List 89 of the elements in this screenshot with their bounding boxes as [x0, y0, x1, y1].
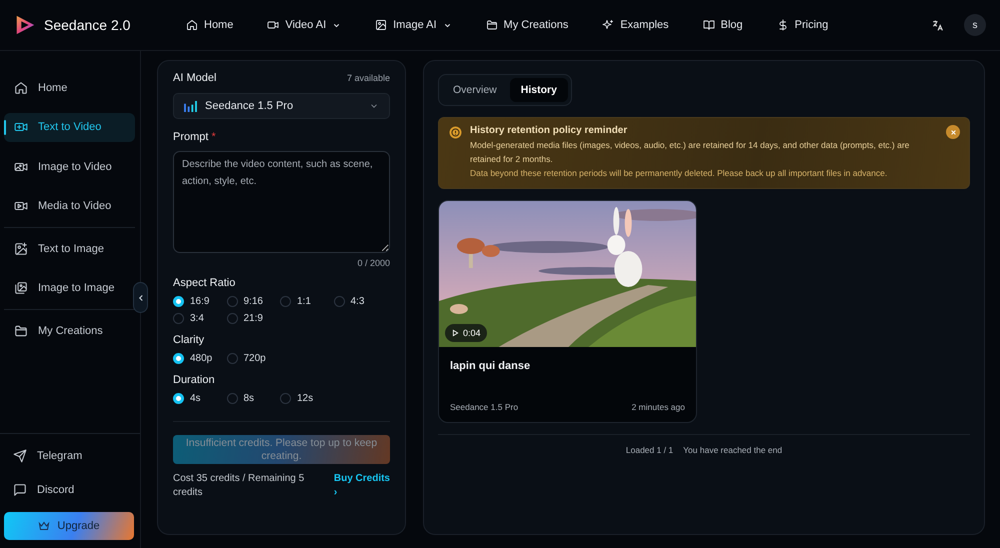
radio-icon[interactable] [280, 393, 291, 404]
sparkle-icon [602, 19, 614, 31]
images-icon [14, 281, 28, 295]
radio-icon[interactable] [173, 296, 184, 307]
sidebar-item[interactable]: Text to Image [4, 234, 135, 263]
field-label: Prompt [173, 131, 208, 143]
character-count: 0 / 2000 [356, 258, 390, 268]
sidebar-item[interactable]: Image to Image [4, 274, 135, 302]
duration-badge: 0:04 [445, 324, 487, 342]
folder-icon [14, 324, 28, 338]
close-button[interactable] [946, 125, 960, 139]
notice-text: Data beyond these retention periods will be permanently deleted. Please back up all important files in advance. [470, 167, 888, 180]
radio-option[interactable]: 21:9 [226, 313, 280, 324]
play-icon [451, 329, 459, 337]
buy-credits-link[interactable]: Buy Credits › [334, 472, 390, 500]
radio-option[interactable]: 1:1 [280, 296, 334, 307]
video-title: lapin qui danse [450, 360, 532, 372]
radio-icon[interactable] [280, 296, 291, 307]
nav-link[interactable]: Pricing [776, 19, 828, 31]
sidebar-item[interactable]: Home [4, 73, 135, 102]
field-label: Aspect Ratio [173, 277, 236, 289]
radio-icon[interactable] [226, 393, 238, 404]
image-icon [375, 19, 388, 31]
radio-icon[interactable] [334, 296, 344, 307]
radio-icon[interactable] [173, 313, 184, 324]
nav-link[interactable]: Image AI [375, 19, 452, 31]
radio-icon[interactable] [226, 353, 238, 364]
video-camera-icon [14, 120, 28, 134]
radio-option[interactable]: 4:3 [334, 296, 387, 307]
status-text: You have reached the end [683, 445, 782, 455]
image-icon [14, 242, 28, 256]
sidebar-item[interactable]: Media to Video [4, 192, 135, 220]
radio-option[interactable]: 12s [280, 393, 334, 404]
radio-icon[interactable] [226, 296, 238, 307]
tab[interactable]: History [510, 78, 568, 102]
radio-icon[interactable] [173, 393, 184, 404]
paper-plane-icon [13, 449, 27, 463]
nav-link[interactable]: Home [186, 19, 234, 31]
model-count: 7 available [346, 73, 390, 83]
collapse-button[interactable] [133, 282, 148, 313]
field-label: Duration [173, 374, 216, 386]
model-name: Seedance 1.5 Pro [450, 402, 518, 412]
notice-text: Model-generated media files (images, videos, audio, etc.) are retained for 14 days, and other data (prompts, etc.) are retained for 2 months. [470, 139, 910, 166]
dollar-icon [776, 19, 789, 31]
nav-link[interactable]: Blog [702, 19, 743, 31]
nav-link[interactable]: My Creations [486, 19, 568, 31]
model-logo-icon [184, 100, 197, 112]
timestamp: 2 minutes ago [632, 402, 685, 412]
tab[interactable]: Overview [442, 78, 508, 102]
radio-option[interactable]: 3:4 [173, 313, 226, 324]
video-camera-icon [14, 199, 28, 213]
info-icon [449, 126, 462, 139]
radio-option[interactable]: 9:16 [226, 296, 280, 307]
close-icon [948, 128, 958, 136]
avatar-button[interactable]: s [964, 14, 986, 36]
logo-icon [14, 14, 36, 36]
home-icon [14, 80, 28, 94]
radio-option[interactable]: 4s [173, 393, 226, 404]
radio-icon[interactable] [173, 353, 184, 364]
translate-icon [931, 18, 944, 32]
nav-link[interactable]: Video AI [267, 19, 342, 31]
radio-icon[interactable] [226, 313, 238, 324]
book-icon [702, 19, 715, 31]
required-mark: * [211, 131, 216, 143]
community-link[interactable]: Discord [4, 478, 134, 502]
field-label: AI Model [173, 72, 216, 84]
sidebar-item[interactable]: Image to Video [4, 152, 135, 181]
radio-option[interactable]: 16:9 [173, 296, 226, 307]
status-text: Loaded 1 / 1 [626, 445, 674, 455]
crown-icon [38, 520, 50, 532]
home-icon [186, 19, 198, 31]
brand-name: Seedance 2.0 [44, 17, 130, 33]
nav-link[interactable]: Examples [602, 19, 669, 31]
radio-option[interactable]: 720p [226, 353, 280, 364]
video-camera-icon [267, 19, 280, 31]
video-card[interactable]: 0:04 lapin qui danse Seedance 1.5 Pro 2 minutes ago [438, 200, 697, 423]
radio-option[interactable]: 8s [226, 393, 280, 404]
model-select[interactable]: Seedance 1.5 Pro [173, 93, 390, 119]
notice-title: History retention policy reminder [470, 125, 628, 136]
community-link[interactable]: Telegram [4, 444, 134, 468]
chat-bubble-icon [13, 483, 27, 497]
prompt-field[interactable]: Describe the video content, such as scene, action, style, etc. [173, 151, 390, 253]
folder-icon [486, 19, 498, 31]
sidebar-item[interactable]: My Creations [4, 316, 135, 345]
upgrade-button[interactable]: Upgrade [4, 512, 134, 540]
sidebar-item[interactable]: Text to Video [4, 112, 135, 142]
field-label: Clarity [173, 334, 206, 346]
radio-option[interactable]: 480p [173, 353, 226, 364]
credit-cost-text: Cost 35 credits / Remaining 5 credits [173, 472, 306, 500]
